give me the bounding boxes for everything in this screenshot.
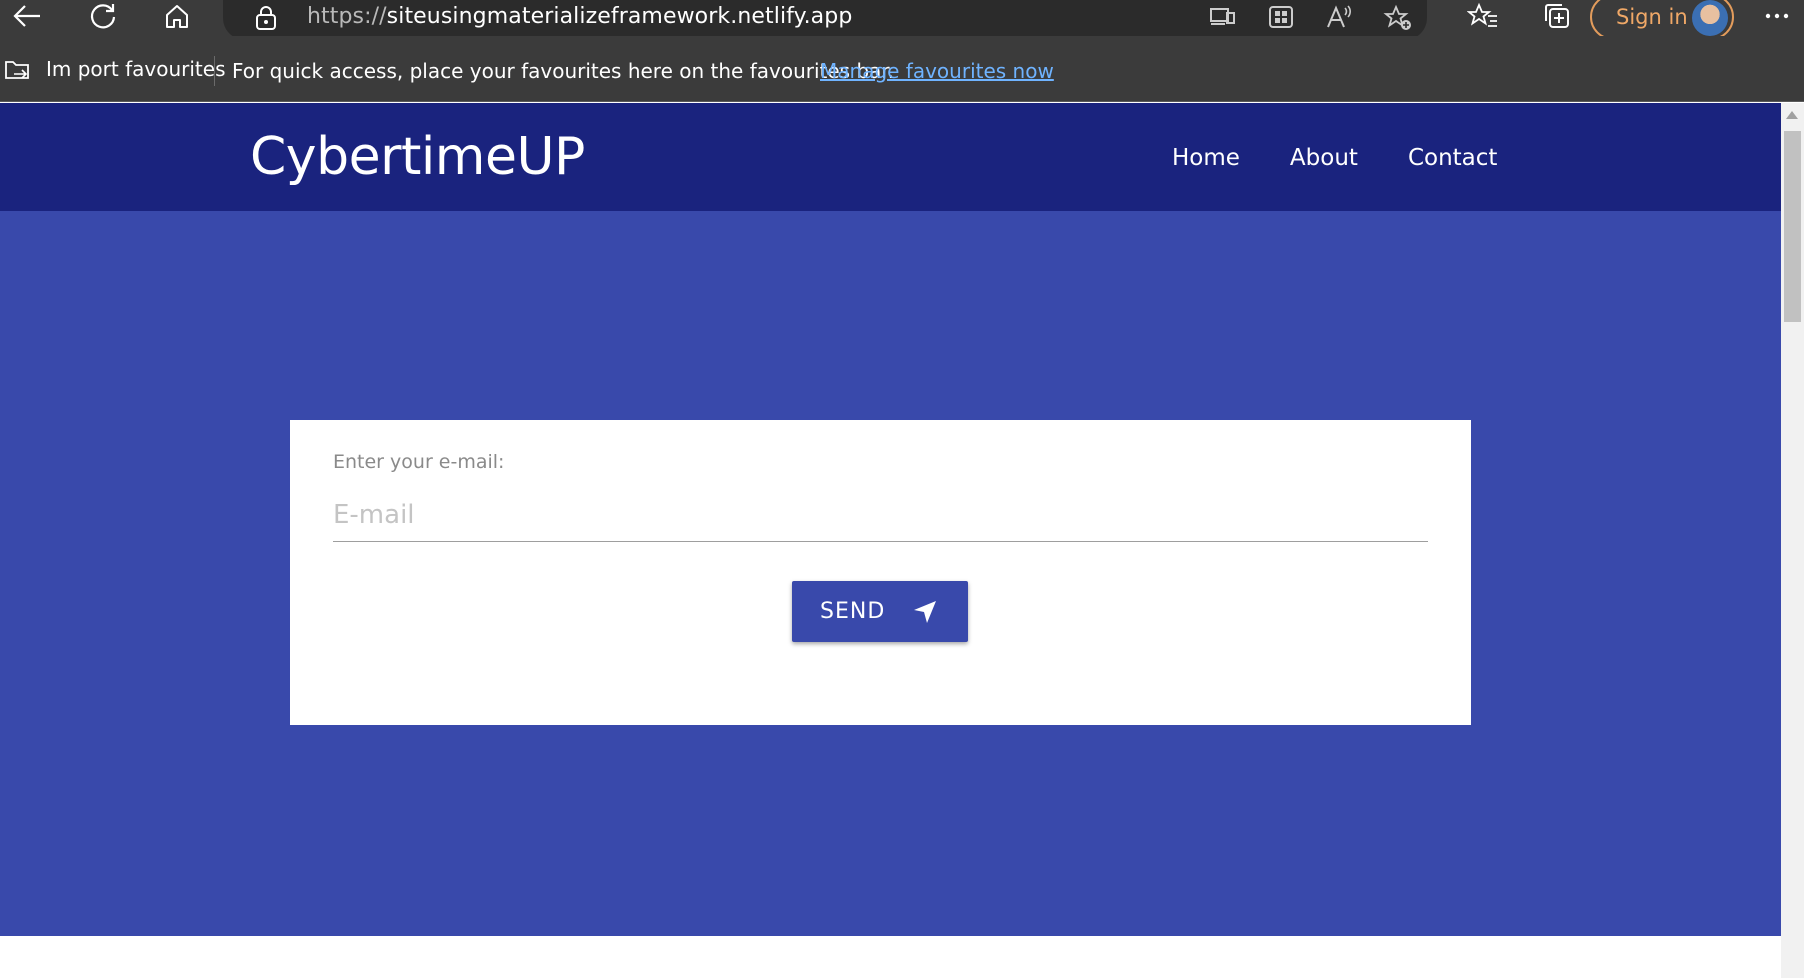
home-button[interactable] — [160, 0, 194, 32]
apps-grid-icon[interactable] — [1267, 4, 1295, 37]
address-url[interactable]: https://siteusingmaterializeframework.ne… — [307, 4, 852, 29]
email-input[interactable] — [333, 488, 1428, 542]
lock-icon — [253, 4, 279, 37]
import-favourites-button[interactable]: Im port favourites — [4, 56, 225, 82]
site-brand-logo[interactable]: CybertimeUP — [250, 127, 585, 187]
collections-button[interactable] — [1540, 0, 1574, 32]
email-form-card: Enter your e-mail: SEND — [290, 420, 1471, 725]
favourites-icon — [1467, 2, 1497, 27]
browser-toolbar: https://siteusingmaterializeframework.ne… — [0, 0, 1804, 40]
favourites-bar: Im port favourites For quick access, pla… — [0, 36, 1804, 102]
manage-favourites-link[interactable]: Manage favourites now — [820, 59, 1054, 83]
address-bar[interactable]: https://siteusingmaterializeframework.ne… — [223, 0, 1427, 40]
import-favourites-icon — [5, 61, 29, 79]
back-arrow-icon — [13, 5, 40, 27]
address-bar-actions — [1209, 4, 1413, 37]
email-field-label: Enter your e-mail: — [333, 451, 505, 473]
favourites-button[interactable] — [1466, 0, 1500, 32]
favourites-message: For quick access, place your favourites … — [232, 59, 895, 83]
site-navbar: CybertimeUP Home About Contact — [0, 103, 1781, 211]
sign-in-label: Sign in — [1616, 5, 1688, 29]
sign-in-button[interactable]: Sign in — [1590, 0, 1734, 40]
home-icon — [166, 5, 188, 28]
read-aloud-icon[interactable] — [1325, 4, 1353, 37]
web-page: CybertimeUP Home About Contact Enter you… — [0, 103, 1781, 978]
send-button[interactable]: SEND — [792, 581, 968, 642]
scroll-thumb[interactable] — [1784, 131, 1801, 322]
hero-section: Enter your e-mail: SEND — [0, 211, 1781, 936]
favourites-divider — [214, 56, 215, 86]
more-icon — [1765, 13, 1789, 19]
nav-link-home[interactable]: Home — [1172, 145, 1240, 171]
nav-links: Home About Contact — [1172, 145, 1497, 171]
back-button[interactable] — [10, 0, 44, 32]
url-protocol: https:// — [307, 4, 387, 29]
device-icon[interactable] — [1209, 4, 1237, 37]
import-favourites-label: Im port favourites — [46, 57, 226, 81]
nav-link-contact[interactable]: Contact — [1408, 145, 1497, 171]
nav-link-about[interactable]: About — [1290, 145, 1358, 171]
more-button[interactable] — [1762, 0, 1792, 32]
refresh-button[interactable] — [86, 0, 120, 32]
url-host: siteusingmaterializeframework.netlify.ap… — [386, 4, 853, 29]
send-button-label: SEND — [820, 599, 886, 624]
collections-icon — [1545, 4, 1569, 28]
page-scrollbar[interactable] — [1781, 103, 1804, 978]
send-icon — [914, 601, 936, 623]
add-favourite-icon[interactable] — [1383, 4, 1413, 37]
avatar — [1692, 0, 1728, 36]
refresh-icon — [90, 4, 116, 29]
scroll-up-arrow-icon[interactable] — [1786, 111, 1798, 119]
